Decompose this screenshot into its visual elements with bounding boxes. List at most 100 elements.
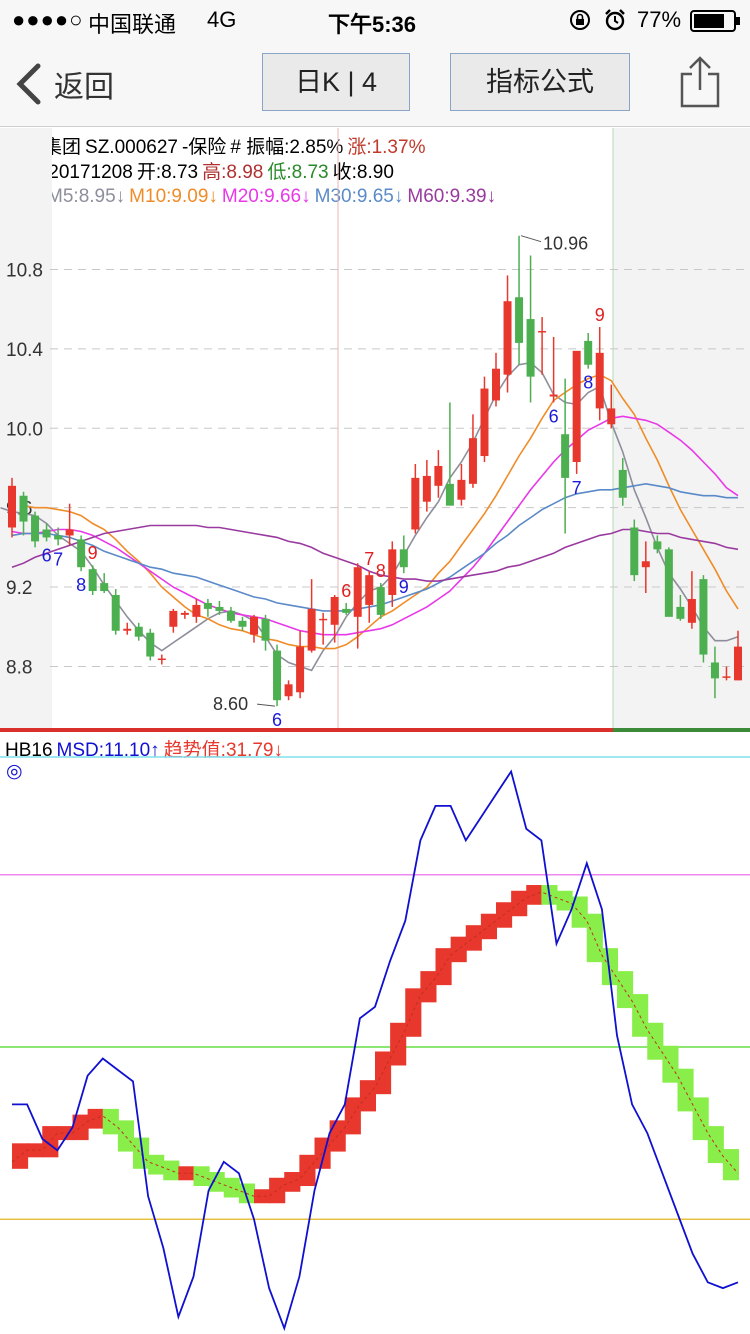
candle-body — [561, 434, 570, 478]
candle-body — [515, 297, 524, 343]
candle — [538, 317, 547, 375]
share-button[interactable] — [676, 54, 724, 110]
candle-body — [319, 618, 328, 621]
candle-body — [595, 352, 604, 409]
candle — [157, 654, 166, 665]
trend-block — [662, 1045, 679, 1083]
candle — [399, 535, 408, 574]
nine-turn-marker: 6 — [341, 581, 351, 601]
trend-block — [556, 890, 573, 911]
trend-block — [269, 1177, 286, 1204]
indicator-chart[interactable] — [0, 734, 750, 1334]
candle-body — [296, 646, 305, 693]
candle-body — [111, 595, 120, 631]
trend-block — [420, 971, 437, 1003]
candle-body — [250, 616, 258, 635]
candle-body — [203, 602, 212, 609]
y-tick-label: 10.8 — [6, 260, 43, 281]
nav-bar: 返回 日K | 4 指标公式 — [0, 40, 750, 127]
candle-body — [65, 529, 74, 536]
candle-body — [157, 658, 166, 661]
candle-body — [503, 301, 512, 375]
candle — [180, 610, 189, 619]
candle — [699, 575, 708, 663]
candle-body — [445, 483, 454, 506]
trend-block — [450, 936, 467, 963]
high-price-label: 10.96 — [543, 234, 588, 254]
candle — [549, 336, 558, 403]
kline-chart[interactable]: 10.810.410.09.69.28.810.968.606 789667896… — [0, 128, 750, 734]
candle-body — [100, 583, 109, 592]
nine-turn-marker: 8 — [376, 561, 386, 581]
candle — [561, 378, 570, 534]
candle-body — [261, 618, 270, 641]
trend-block — [163, 1160, 180, 1181]
candle-body — [457, 479, 466, 500]
candle — [584, 332, 593, 369]
trend-block — [12, 1143, 29, 1169]
trend-block — [692, 1097, 709, 1141]
candle-body — [146, 632, 155, 657]
candle-body — [480, 388, 489, 457]
candle-body — [538, 330, 547, 333]
chevron-left-icon — [16, 63, 41, 105]
candle — [273, 644, 282, 707]
nine-turn-marker: 9 — [595, 305, 605, 325]
orientation-lock-icon — [569, 9, 591, 36]
trend-block — [405, 988, 422, 1037]
candle-body — [422, 475, 431, 502]
nine-turn-marker: 6 — [549, 406, 559, 426]
y-tick-label: 10.0 — [6, 419, 43, 440]
trend-block — [344, 1097, 361, 1135]
candle-body — [54, 535, 63, 540]
candle — [388, 541, 397, 607]
candle-body — [284, 684, 293, 697]
back-button[interactable]: 返回 — [14, 60, 114, 108]
back-label: 返回 — [54, 71, 114, 104]
battery-icon — [690, 10, 742, 37]
candle — [445, 402, 454, 506]
candle — [111, 589, 120, 635]
alarm-icon — [603, 8, 627, 37]
candle-body — [307, 608, 316, 651]
trend-block — [87, 1108, 104, 1129]
candle-body — [330, 596, 339, 625]
trend-block — [299, 1154, 316, 1187]
trend-block — [390, 1022, 407, 1066]
candle-body — [19, 495, 28, 522]
candle-body — [722, 676, 731, 678]
trend-block — [707, 1126, 724, 1164]
candle — [434, 450, 443, 498]
candle-body — [215, 606, 224, 611]
candle — [492, 352, 500, 407]
candle-body — [468, 438, 477, 484]
period-button[interactable]: 日K | 4 — [262, 53, 410, 111]
network-type: 4G — [207, 7, 237, 32]
candle — [376, 583, 385, 619]
candle-body — [653, 541, 662, 550]
candle — [526, 255, 535, 403]
candle-body — [31, 515, 40, 542]
nine-turn-marker: 6 — [42, 545, 52, 565]
candle-body — [42, 529, 51, 538]
nine-turn-marker: 7 — [53, 549, 63, 569]
candle — [515, 235, 524, 365]
trend-block — [254, 1189, 271, 1204]
trend-block — [359, 1080, 376, 1112]
candle — [480, 376, 489, 462]
carrier-name: 中国联通 — [88, 12, 177, 37]
y-tick-label: 9.2 — [6, 578, 32, 599]
indicator-formula-button[interactable]: 指标公式 — [450, 53, 630, 111]
candle — [261, 614, 270, 651]
candle — [595, 327, 604, 421]
candle-body — [734, 646, 742, 681]
candle — [250, 614, 258, 643]
trend-block — [314, 1137, 331, 1169]
candle-body — [342, 608, 351, 613]
candle-body — [123, 628, 132, 631]
candle-body — [676, 606, 685, 619]
candle-body — [549, 394, 558, 397]
candle — [77, 535, 86, 572]
candle — [146, 628, 155, 661]
clock: 下午5:36 — [328, 12, 417, 37]
